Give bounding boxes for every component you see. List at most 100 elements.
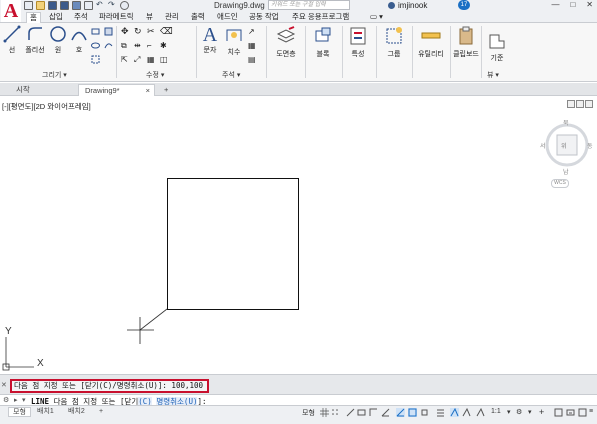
command-line[interactable]: ⚙ ▸ ▾ LINE 다음 점 지정 또는 [닫기(C) 명령취소(U)]: — [0, 394, 597, 406]
redo-icon[interactable]: ↷ — [108, 1, 117, 10]
polyline-button[interactable]: 폴리선 — [23, 25, 47, 55]
selection-cycling-icon[interactable] — [462, 408, 471, 417]
undo-icon[interactable]: ↶ — [96, 1, 105, 10]
line-button[interactable]: 선 — [2, 25, 22, 55]
add-layout-button[interactable]: + — [95, 407, 107, 417]
draw-panel-label[interactable]: 그리기 ▾ — [42, 70, 67, 80]
scale-icon[interactable]: ⤢ — [134, 55, 143, 64]
annotation-scale[interactable]: 1:1 — [491, 408, 501, 415]
hardware-acceleration-icon[interactable] — [566, 408, 575, 417]
close-tab-icon[interactable]: × — [146, 85, 150, 96]
recent-commands-icon[interactable]: ▸ — [14, 396, 18, 404]
erase-icon[interactable]: ⌫ — [160, 27, 173, 36]
fullscreen-icon[interactable] — [578, 408, 587, 417]
tab-annotate[interactable]: 주석 — [71, 12, 91, 23]
tab-parametric[interactable]: 파라메트릭 — [96, 12, 137, 23]
plus-icon[interactable]: + — [539, 407, 544, 417]
properties-button[interactable]: 특성 — [346, 25, 370, 59]
layout-tab-1[interactable]: 배치1 — [33, 407, 58, 417]
polar-tracking-icon[interactable] — [381, 408, 390, 417]
spline-icon[interactable] — [104, 41, 113, 50]
base-view-button[interactable]: 기준 — [484, 31, 510, 63]
markup-icon[interactable]: ▤ — [248, 55, 257, 64]
leader-icon[interactable]: ↗ — [248, 27, 257, 36]
clipboard-button[interactable]: 클립보드 — [451, 25, 481, 59]
rectangle-icon[interactable] — [91, 27, 100, 36]
scale-chevron-down-icon[interactable]: ▾ — [507, 408, 511, 416]
layers-button[interactable]: 도면층 — [272, 25, 300, 59]
mirror-icon[interactable]: ⇹ — [134, 41, 143, 50]
drawn-square[interactable] — [167, 178, 299, 310]
dynamic-input-icon[interactable] — [357, 408, 366, 417]
tab-featured-apps[interactable]: 주요 응용프로그램 — [289, 12, 352, 23]
infer-constraints-icon[interactable] — [346, 408, 355, 417]
copy-icon[interactable]: ⧉ — [121, 41, 130, 50]
tab-view[interactable]: 뷰 — [143, 12, 156, 23]
tab-manage[interactable]: 관리 — [162, 12, 182, 23]
maximize-button[interactable]: □ — [570, 0, 575, 9]
model-space-button[interactable]: 모형 — [302, 408, 315, 418]
array-icon[interactable]: ▦ — [147, 55, 156, 64]
share-icon[interactable] — [120, 1, 129, 10]
layout-tab-model[interactable]: 모형 — [8, 407, 31, 417]
tab-output[interactable]: 출력 — [188, 12, 208, 23]
snap-icon[interactable] — [331, 408, 340, 417]
chevron-down-icon[interactable]: ▾ — [22, 396, 26, 404]
new-file-icon[interactable] — [24, 1, 33, 10]
arc-button[interactable]: 호 — [70, 25, 88, 55]
chevron-down-icon[interactable]: ▾ — [528, 408, 532, 416]
fillet-icon[interactable]: ⌐ — [147, 41, 156, 50]
drawing-canvas[interactable]: [-][평면도][2D 와이어프레임] 북 남 서 동 위 WCS Y X — [0, 97, 597, 374]
tab-insert[interactable]: 삽입 — [46, 12, 66, 23]
object-snap-icon[interactable] — [420, 408, 429, 417]
view-panel-label[interactable]: 뷰 ▾ — [487, 70, 499, 80]
table-icon[interactable]: ▦ — [248, 41, 257, 50]
tab-home[interactable]: 홈 — [26, 12, 41, 23]
object-snap-tracking-icon[interactable] — [408, 408, 417, 417]
tab-collaborate[interactable]: 공동 작업 — [246, 12, 282, 23]
notification-badge[interactable]: 17 — [458, 0, 470, 10]
offset-icon[interactable]: ◫ — [160, 55, 169, 64]
text-button[interactable]: A 문자 — [200, 25, 220, 55]
circle-button[interactable]: 원 — [49, 25, 67, 55]
transparency-icon[interactable] — [450, 408, 459, 417]
ribbon-options-icon[interactable]: ▭ ▾ — [367, 12, 386, 23]
gear-icon[interactable]: ⚙ — [516, 408, 522, 416]
explode-icon[interactable]: ✱ — [160, 41, 169, 50]
application-menu-button[interactable]: A — [1, 0, 21, 22]
customize-icon[interactable]: ⚙ — [3, 396, 9, 404]
close-button[interactable]: ✕ — [586, 0, 593, 9]
hatch-icon[interactable] — [104, 27, 113, 36]
modify-panel-label[interactable]: 수정 ▾ — [146, 70, 164, 80]
customize-menu-icon[interactable]: ≡ — [589, 408, 593, 415]
layout-tab-2[interactable]: 배치2 — [64, 407, 89, 417]
groups-button[interactable]: 그룹 — [382, 25, 406, 59]
annotation-panel-label[interactable]: 주석 ▾ — [222, 70, 240, 80]
search-input[interactable]: 키워드 또는 구절 입력 — [268, 0, 350, 10]
command-close-icon[interactable]: ✕ — [1, 381, 7, 389]
print-icon[interactable] — [84, 1, 93, 10]
user-account[interactable]: imjinook — [388, 1, 427, 10]
block-button[interactable]: 블록 — [311, 25, 335, 59]
isometric-drafting-icon[interactable] — [396, 408, 405, 417]
move-icon[interactable]: ✥ — [121, 27, 130, 36]
save-icon[interactable] — [48, 1, 57, 10]
stretch-icon[interactable]: ⇱ — [121, 55, 130, 64]
tab-addins[interactable]: 애드인 — [214, 12, 241, 23]
trim-icon[interactable]: ✂ — [147, 27, 156, 36]
tab-start[interactable]: 시작 — [10, 84, 36, 96]
rotate-icon[interactable]: ↻ — [134, 27, 143, 36]
ellipse-icon[interactable] — [91, 41, 100, 50]
utilities-button[interactable]: 유틸리티 — [414, 25, 448, 59]
new-tab-button[interactable]: + — [158, 84, 174, 96]
ortho-icon[interactable] — [369, 408, 378, 417]
region-icon[interactable] — [91, 55, 100, 64]
dimension-button[interactable]: 치수 — [223, 25, 245, 57]
grid-icon[interactable] — [320, 408, 329, 417]
save-as-icon[interactable] — [60, 1, 69, 10]
tab-drawing9[interactable]: Drawing9* × — [78, 84, 155, 96]
open-file-icon[interactable] — [36, 1, 45, 10]
web-save-icon[interactable] — [72, 1, 81, 10]
annotation-visibility-icon[interactable] — [476, 408, 485, 417]
isolate-objects-icon[interactable] — [554, 408, 563, 417]
